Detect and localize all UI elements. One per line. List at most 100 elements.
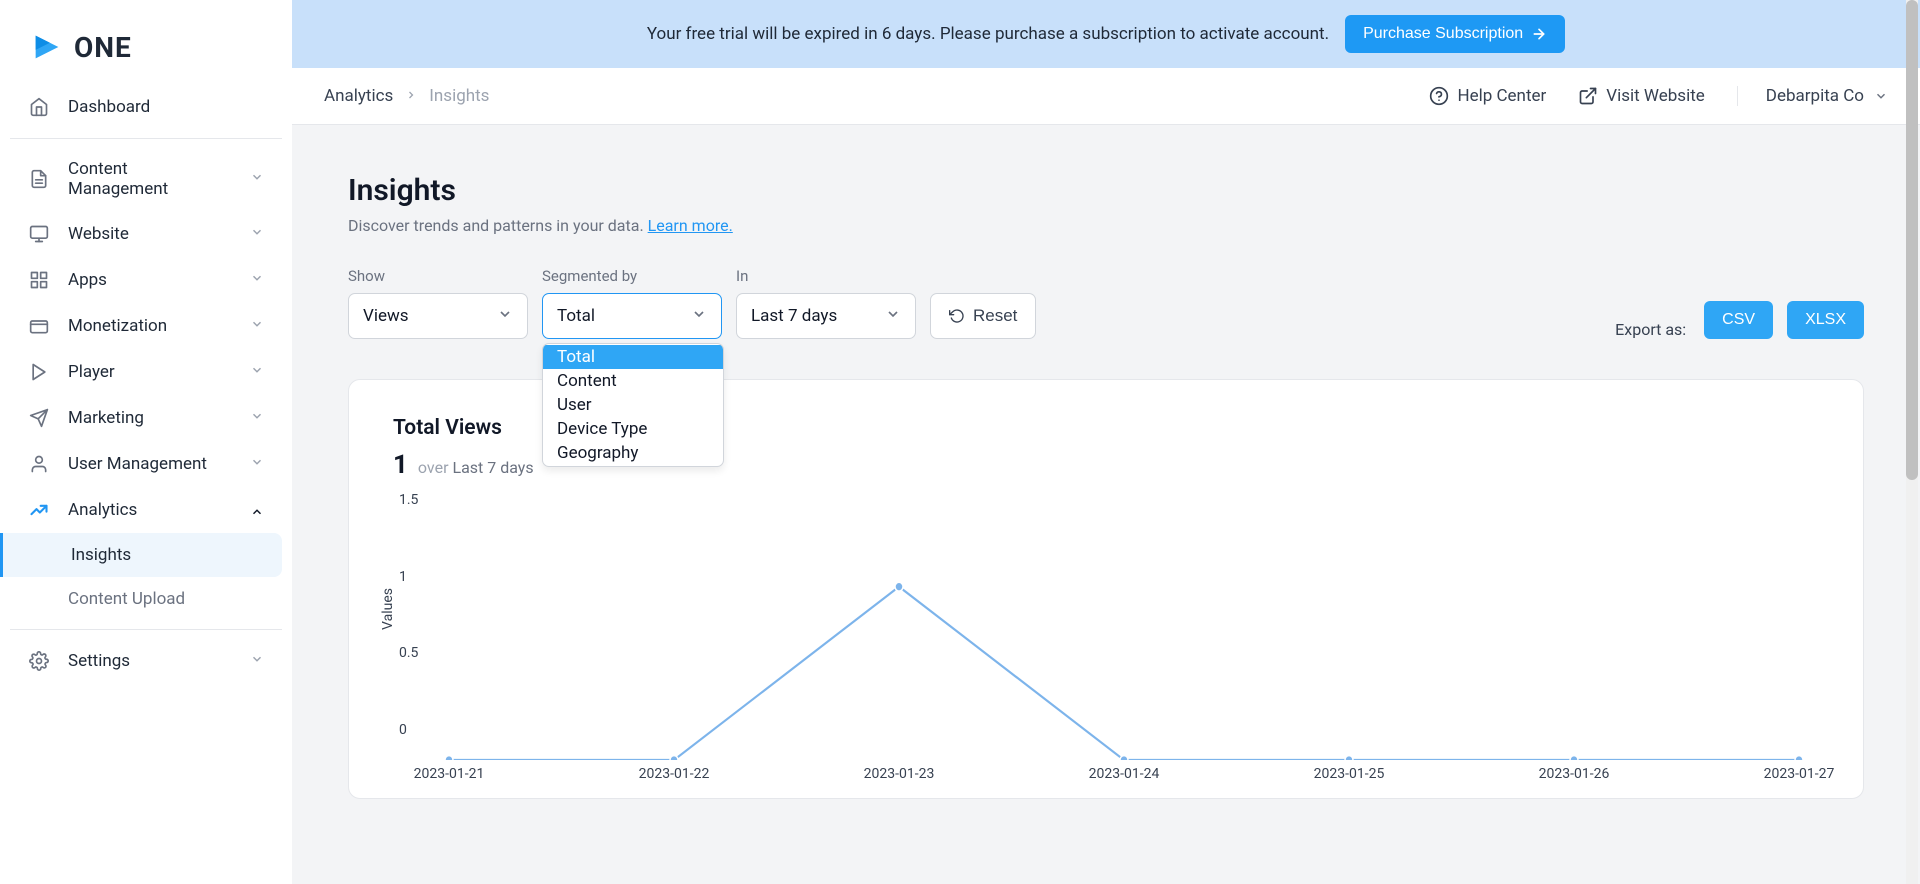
main: Your free trial will be expired in 6 day… [292,0,1920,884]
chevron-down-icon [250,225,264,243]
sidebar-item-monetization[interactable]: Monetization [10,303,282,349]
sidebar-item-user-management[interactable]: User Management [10,441,282,487]
gear-icon [28,650,50,672]
help-center-link[interactable]: Help Center [1429,86,1546,106]
content: Insights Discover trends and patterns in… [292,125,1920,884]
link-label: Visit Website [1606,86,1705,106]
scrollbar-thumb[interactable] [1906,0,1918,480]
chevron-down-icon [497,306,513,327]
sidebar-item-analytics[interactable]: Analytics [10,487,282,533]
logo[interactable]: ONE [0,0,292,84]
button-label: Purchase Subscription [1363,25,1523,43]
chevron-down-icon [250,271,264,289]
subtitle-text: Discover trends and patterns in your dat… [348,216,648,235]
grid-icon [28,269,50,291]
analytics-icon [28,499,50,521]
topbar: Analytics Insights Help Center Visit Web… [292,68,1920,125]
x-tick: 2023-01-26 [1539,766,1610,782]
segmented-option[interactable]: Geography [543,441,723,465]
chart-plot: 00.511.52023-01-212023-01-222023-01-2320… [429,500,1819,760]
chevron-down-icon [1874,89,1888,103]
banner-text: Your free trial will be expired in 6 day… [647,24,1329,44]
breadcrumb-root[interactable]: Analytics [324,86,393,106]
segmented-label: Segmented by [542,267,722,285]
export-xlsx-button[interactable]: XLSX [1787,301,1864,339]
user-icon [28,453,50,475]
x-tick: 2023-01-23 [864,766,935,782]
nav-label: Marketing [68,408,232,428]
x-tick: 2023-01-24 [1089,766,1160,782]
reset-icon [949,308,965,324]
sidebar-item-apps[interactable]: Apps [10,257,282,303]
y-tick: 1 [399,569,407,585]
sidebar-item-dashboard[interactable]: Dashboard [10,84,282,130]
nav-label: Settings [68,651,232,671]
select-value: Views [363,306,409,326]
sidebar-nav: Dashboard Content Management Website [0,84,292,684]
page-subtitle: Discover trends and patterns in your dat… [348,216,1864,235]
play-icon [28,361,50,383]
nav-separator [10,138,282,139]
chevron-down-icon [250,170,264,188]
controls: Show Views Segmented by Total TotalConte… [348,267,1864,339]
analytics-subnav: Insights Content Upload [10,533,282,621]
account-dropdown[interactable]: Debarpita Co [1737,86,1888,106]
chevron-down-icon [691,306,707,327]
learn-more-link[interactable]: Learn more. [648,216,733,235]
link-label: Help Center [1457,86,1546,106]
monitor-icon [28,223,50,245]
show-select[interactable]: Views [348,293,528,339]
show-label: Show [348,267,528,285]
chevron-down-icon [250,409,264,427]
in-label: In [736,267,916,285]
chart-range-text: Last 7 days [452,458,533,477]
chart-over: over [418,458,449,477]
logo-icon [30,30,64,64]
logo-text: ONE [74,31,132,64]
purchase-subscription-button[interactable]: Purchase Subscription [1345,15,1565,53]
trial-banner: Your free trial will be expired in 6 day… [292,0,1920,68]
reset-button[interactable]: Reset [930,293,1036,339]
visit-website-link[interactable]: Visit Website [1578,86,1705,106]
nav-label: Website [68,224,232,244]
segmented-option[interactable]: Total [543,345,723,369]
chart-area: Values 00.511.52023-01-212023-01-222023-… [393,500,1819,760]
breadcrumb-current: Insights [429,86,489,106]
file-icon [28,168,50,190]
chevron-down-icon [250,455,264,473]
chart-svg [429,500,1819,760]
segmented-option[interactable]: Device Type [543,417,723,441]
sidebar-item-player[interactable]: Player [10,349,282,395]
segmented-option[interactable]: Content [543,369,723,393]
account-name: Debarpita Co [1766,86,1864,106]
home-icon [28,96,50,118]
chevron-down-icon [250,652,264,670]
chevron-down-icon [250,317,264,335]
nav-label: Player [68,362,232,382]
topbar-right: Help Center Visit Website Debarpita Co [1429,86,1888,106]
nav-label: Monetization [68,316,232,336]
x-tick: 2023-01-21 [414,766,485,782]
export-csv-button[interactable]: CSV [1704,301,1773,339]
in-select[interactable]: Last 7 days [736,293,916,339]
chevron-right-icon [405,86,417,106]
x-tick: 2023-01-22 [639,766,710,782]
subnav-insights[interactable]: Insights [0,533,282,577]
export-label: Export as: [1615,320,1686,339]
sidebar-item-content-management[interactable]: Content Management [10,147,282,211]
segmented-dropdown-panel: TotalContentUserDevice TypeGeography [542,343,724,467]
chart-range: over Last 7 days [418,458,534,477]
nav-separator [10,629,282,630]
x-tick: 2023-01-25 [1314,766,1385,782]
chart-value: 1 [393,450,408,480]
y-tick: 0.5 [399,645,418,661]
nav-label: Dashboard [68,97,264,117]
help-icon [1429,86,1449,106]
segmented-option[interactable]: User [543,393,723,417]
page-title: Insights [348,173,1864,208]
sidebar-item-website[interactable]: Website [10,211,282,257]
subnav-content-upload[interactable]: Content Upload [10,577,282,621]
sidebar-item-settings[interactable]: Settings [10,638,282,684]
sidebar-item-marketing[interactable]: Marketing [10,395,282,441]
segmented-select[interactable]: Total [542,293,722,339]
